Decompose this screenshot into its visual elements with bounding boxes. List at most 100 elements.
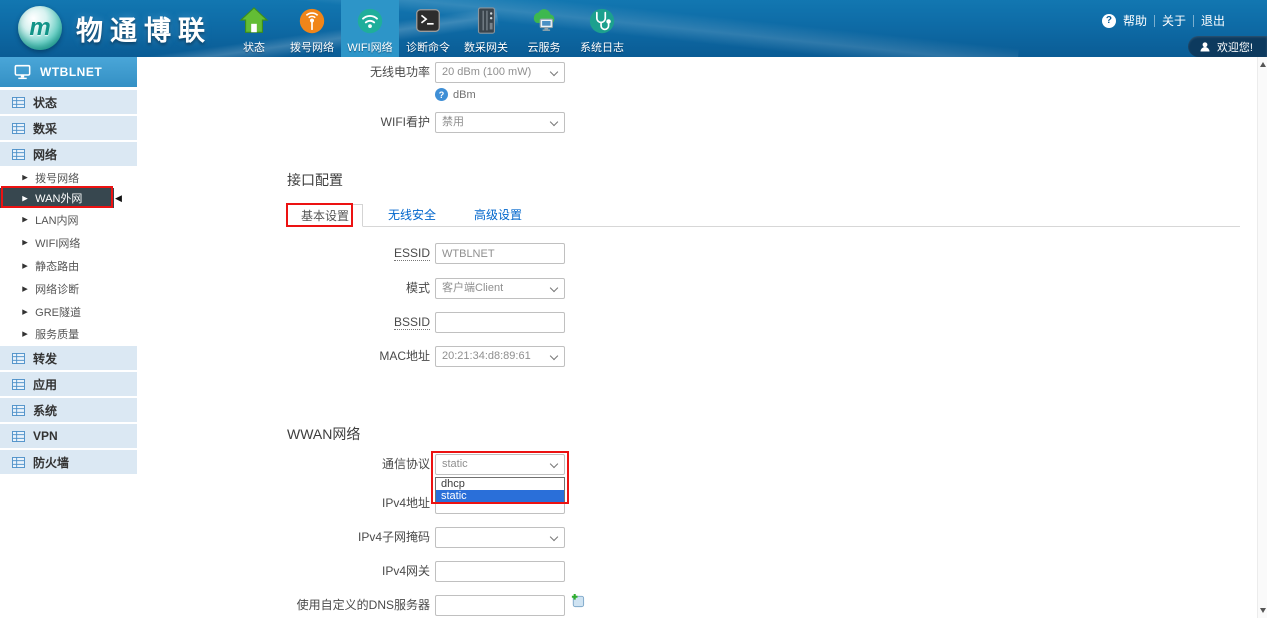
nav-item-label: 拨号网络 (290, 39, 334, 55)
nav-item-diagnostics[interactable]: 诊断命令 (399, 0, 457, 57)
dns-label: 使用自定义的DNS服务器 (200, 595, 430, 616)
brand-logo: m 物通博联 (18, 6, 212, 50)
brand-title: 物通博联 (76, 9, 212, 48)
sidebar-item-network[interactable]: 网络 (0, 142, 137, 166)
chevron-down-icon (550, 352, 558, 360)
caret-right-icon: ▶ (22, 238, 28, 246)
divider (1193, 15, 1194, 27)
ipv4-gateway-input[interactable] (435, 561, 565, 582)
scrollbar[interactable] (1257, 57, 1267, 618)
section-title-wwan: WWAN网络 (287, 424, 360, 444)
help-link[interactable]: 帮助 (1123, 12, 1147, 29)
protocol-label: 通信协议 (200, 454, 430, 475)
wifi-icon (354, 5, 386, 37)
sidebar-item-gre-tunnel[interactable]: ▶ GRE隧道 (0, 300, 137, 323)
chevron-down-icon (550, 118, 558, 126)
sidebar-item-wan[interactable]: ▶ WAN外网 (0, 188, 114, 208)
bssid-label: BSSID (200, 312, 430, 333)
welcome-text: 欢迎您! (1217, 39, 1253, 55)
sidebar-item-apps[interactable]: 应用 (0, 372, 137, 396)
essid-input[interactable] (435, 243, 565, 264)
sidebar-item-net-diagnose[interactable]: ▶ 网络诊断 (0, 277, 137, 300)
home-icon (238, 5, 270, 37)
caret-right-icon: ▶ (22, 284, 28, 292)
sidebar-item-lan[interactable]: ▶ LAN内网 (0, 208, 137, 231)
sidebar-item-qos[interactable]: ▶ 服务质量 (0, 322, 137, 345)
wifi-watch-select[interactable]: 禁用 (435, 112, 565, 133)
tab-wireless-security[interactable]: 无线安全 (375, 204, 449, 227)
add-entry-icon[interactable] (570, 593, 585, 613)
tab-basic-settings[interactable]: 基本设置 (287, 204, 363, 227)
grid-icon (12, 457, 25, 468)
sidebar-item-system[interactable]: 系统 (0, 398, 137, 422)
sidebar-item-dial-network[interactable]: ▶ 拨号网络 (0, 166, 137, 189)
ipv4-address-label: IPv4地址 (200, 493, 430, 514)
syslog-icon (586, 5, 618, 37)
sidebar-item-forward[interactable]: 转发 (0, 346, 137, 370)
scroll-up-arrow-icon[interactable] (1260, 62, 1266, 67)
nav-item-cloud-service[interactable]: 云服务 (515, 0, 573, 57)
protocol-option-dhcp[interactable]: dhcp (436, 478, 564, 490)
nav-item-label: 系统日志 (580, 39, 624, 55)
caret-right-icon: ▶ (22, 307, 28, 315)
protocol-select[interactable]: static (435, 454, 565, 475)
nav-item-label: 数采网关 (464, 39, 508, 55)
page: m 物通博联 状态 拨号网络 WIFI网络 (0, 0, 1267, 618)
chevron-down-icon (550, 284, 558, 292)
mode-select[interactable]: 客户端Client (435, 278, 565, 299)
nav-item-wifi-network[interactable]: WIFI网络 (341, 0, 399, 57)
nav-item-data-gateway[interactable]: 数采网关 (457, 0, 515, 57)
welcome-badge[interactable]: 欢迎您! (1188, 36, 1267, 57)
section-title-interface: 接口配置 (287, 170, 343, 190)
sidebar-item-status[interactable]: 状态 (0, 90, 137, 114)
tab-advanced-settings[interactable]: 高级设置 (461, 204, 535, 227)
about-link[interactable]: 关于 (1162, 12, 1186, 29)
sidebar-item-static-route[interactable]: ▶ 静态路由 (0, 254, 137, 277)
device-name-header: WTBLNET (0, 57, 137, 87)
ipv4-netmask-label: IPv4子网掩码 (200, 527, 430, 548)
brand-orb-icon: m (18, 6, 62, 50)
mac-label: MAC地址 (200, 346, 430, 367)
radio-power-select[interactable]: 20 dBm (100 mW) (435, 62, 565, 83)
caret-right-icon: ▶ (22, 215, 28, 223)
top-links: ? 帮助 关于 退出 (1102, 12, 1225, 29)
essid-label: ESSID (200, 243, 430, 264)
user-icon (1199, 41, 1211, 53)
sidebar-item-firewall[interactable]: 防火墙 (0, 450, 137, 474)
sidebar-item-label: VPN (33, 429, 58, 443)
sidebar-item-label: GRE隧道 (35, 304, 81, 320)
caret-right-icon: ▶ (22, 329, 28, 337)
scroll-down-arrow-icon[interactable] (1260, 608, 1266, 613)
sidebar-item-label: 静态路由 (35, 258, 79, 274)
bssid-input[interactable] (435, 312, 565, 333)
mode-label: 模式 (200, 278, 430, 299)
nav-item-dial-network[interactable]: 拨号网络 (283, 0, 341, 57)
nav-item-status[interactable]: 状态 (225, 0, 283, 57)
radio-power-value: 20 dBm (100 mW) (442, 66, 531, 78)
protocol-option-static[interactable]: static (436, 490, 564, 502)
mac-select[interactable]: 20:21:34:d8:89:61 (435, 346, 565, 367)
wifi-watch-value: 禁用 (442, 116, 464, 128)
grid-icon (12, 379, 25, 390)
radio-power-label: 无线电功率 (200, 62, 430, 83)
gateway-icon (470, 5, 502, 37)
sidebar-item-label: 系统 (33, 402, 57, 419)
grid-icon (12, 149, 25, 160)
dns-input[interactable] (435, 595, 565, 616)
sidebar-item-label: 防火墙 (33, 454, 69, 471)
essid-label-text: ESSID (394, 246, 430, 261)
top-header: m 物通博联 状态 拨号网络 WIFI网络 (0, 0, 1267, 57)
sidebar-item-wifi[interactable]: ▶ WIFI网络 (0, 231, 137, 254)
grid-icon (12, 353, 25, 364)
nav-item-system-log[interactable]: 系统日志 (573, 0, 631, 57)
help-icon[interactable]: ? (1102, 14, 1116, 28)
sidebar-item-vpn[interactable]: VPN (0, 424, 137, 448)
nav-item-label: WIFI网络 (347, 39, 392, 55)
logout-link[interactable]: 退出 (1201, 12, 1225, 29)
sidebar-item-data-collect[interactable]: 数采 (0, 116, 137, 140)
ipv4-netmask-select[interactable] (435, 527, 565, 548)
sidebar: WTBLNET 状态 数采 网络 ▶ 拨号网络 ▶ WAN外网 ◀ ▶ LAN内… (0, 57, 137, 618)
nav-item-label: 状态 (243, 39, 265, 55)
grid-icon (12, 431, 25, 442)
chevron-down-icon (550, 533, 558, 541)
